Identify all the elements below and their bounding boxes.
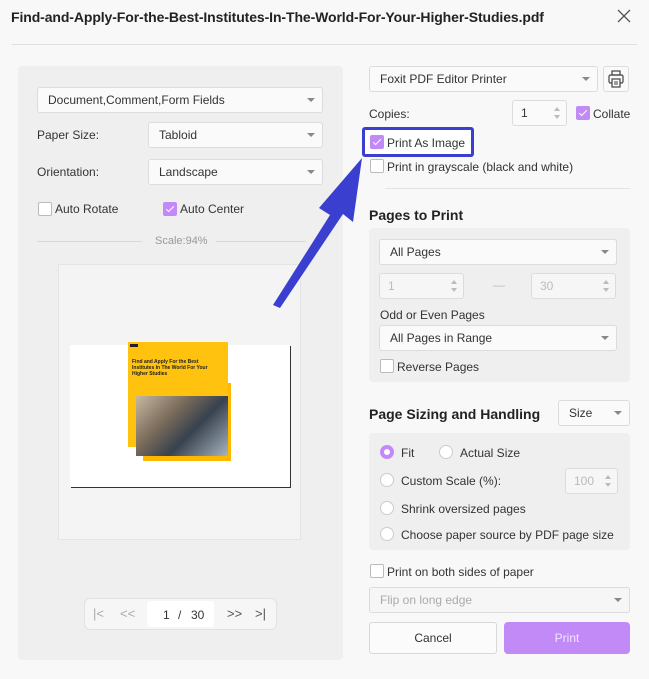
copies-input[interactable]: 1 xyxy=(512,100,567,126)
flip-select[interactable]: Flip on long edge xyxy=(369,587,630,613)
paper-size-value: Tabloid xyxy=(159,128,198,142)
range-to-input[interactable]: 30 xyxy=(531,273,616,299)
orientation-label: Orientation: xyxy=(37,165,100,179)
paper-source-radio[interactable] xyxy=(380,527,394,541)
page-range-select[interactable]: All Pages xyxy=(379,239,617,265)
odd-even-label: Odd or Even Pages xyxy=(380,308,485,322)
chevron-down-icon xyxy=(307,133,315,137)
auto-center-checkbox[interactable] xyxy=(163,202,177,216)
content-select[interactable]: Document,Comment,Form Fields xyxy=(37,87,323,113)
sizing-mode-select[interactable]: Size xyxy=(558,400,630,426)
reverse-pages-checkbox[interactable] xyxy=(380,359,394,373)
current-page: 1 xyxy=(163,608,170,622)
range-from-input[interactable]: 1 xyxy=(379,273,464,299)
print-as-image-label: Print As Image xyxy=(387,136,466,150)
scale-divider-right xyxy=(216,241,306,242)
auto-center-label: Auto Center xyxy=(180,202,245,216)
collate-checkbox[interactable] xyxy=(576,106,590,120)
range-dash: — xyxy=(493,278,505,292)
preview-page: Find and Apply For the Best Institutes I… xyxy=(70,342,290,487)
flip-value: Flip on long edge xyxy=(380,593,473,607)
odd-even-value: All Pages in Range xyxy=(390,331,493,345)
range-from-value: 1 xyxy=(388,279,395,293)
title-bar: Find-and-Apply-For-the-Best-Institutes-I… xyxy=(0,0,649,44)
cover-image: Find and Apply For the Best Institutes I… xyxy=(128,342,228,456)
orientation-value: Landscape xyxy=(159,165,218,179)
print-preview: Find and Apply For the Best Institutes I… xyxy=(58,264,301,540)
scale-text: Scale:94% xyxy=(155,235,208,247)
chevron-down-icon xyxy=(582,77,590,81)
printer-icon xyxy=(608,70,624,88)
pages-to-print-title: Pages to Print xyxy=(369,207,464,223)
paper-source-label: Choose paper source by PDF page size xyxy=(401,528,614,542)
grayscale-checkbox[interactable] xyxy=(370,159,384,173)
auto-rotate-checkbox[interactable] xyxy=(38,202,52,216)
fit-radio[interactable] xyxy=(380,445,394,459)
increment-icon[interactable] xyxy=(554,107,560,111)
printer-value: Foxit PDF Editor Printer xyxy=(380,72,507,86)
cover-photo xyxy=(136,396,228,456)
actual-size-radio[interactable] xyxy=(439,445,453,459)
chevron-down-icon xyxy=(614,411,622,415)
decrement-icon[interactable] xyxy=(451,288,457,292)
shrink-label: Shrink oversized pages xyxy=(401,502,526,516)
increment-icon[interactable] xyxy=(451,280,457,284)
section-divider xyxy=(385,188,630,189)
total-pages: 30 xyxy=(191,608,205,622)
title-divider xyxy=(12,44,637,45)
prev-page-button[interactable]: << xyxy=(120,606,135,621)
close-icon[interactable] xyxy=(615,7,633,25)
cancel-button[interactable]: Cancel xyxy=(369,622,497,654)
duplex-label: Print on both sides of paper xyxy=(387,565,534,579)
first-page-button[interactable]: |< xyxy=(93,606,104,621)
fit-label: Fit xyxy=(401,446,415,460)
page-separator: / xyxy=(178,608,182,622)
page-range-value: All Pages xyxy=(390,245,441,259)
decrement-icon[interactable] xyxy=(605,483,611,487)
last-page-button[interactable]: >| xyxy=(255,606,266,621)
auto-rotate-label: Auto Rotate xyxy=(55,202,119,216)
print-button[interactable]: Print xyxy=(504,622,630,654)
printer-properties-button[interactable] xyxy=(603,66,629,92)
duplex-checkbox[interactable] xyxy=(370,564,384,578)
increment-icon[interactable] xyxy=(603,280,609,284)
sizing-mode-value: Size xyxy=(569,406,593,420)
increment-icon[interactable] xyxy=(605,475,611,479)
custom-scale-input[interactable]: 100 xyxy=(565,468,618,494)
print-as-image-checkbox[interactable] xyxy=(370,135,384,149)
custom-scale-value: 100 xyxy=(574,474,595,488)
chevron-down-icon xyxy=(307,170,315,174)
scale-divider-left xyxy=(37,241,142,242)
paper-size-label: Paper Size: xyxy=(37,128,100,142)
orientation-select[interactable]: Landscape xyxy=(148,159,323,185)
chevron-down-icon xyxy=(601,336,609,340)
copies-value: 1 xyxy=(521,106,528,120)
actual-size-label: Actual Size xyxy=(460,446,521,460)
content-select-value: Document,Comment,Form Fields xyxy=(48,93,225,107)
page-sizing-title: Page Sizing and Handling xyxy=(369,406,541,422)
printer-select[interactable]: Foxit PDF Editor Printer xyxy=(369,66,598,92)
grayscale-label: Print in grayscale (black and white) xyxy=(387,160,574,174)
custom-scale-radio[interactable] xyxy=(380,473,394,487)
chevron-down-icon xyxy=(601,250,609,254)
shrink-radio[interactable] xyxy=(380,501,394,515)
collate-label: Collate xyxy=(593,107,631,121)
range-to-value: 30 xyxy=(540,279,554,293)
page-number-input[interactable]: 1 / 30 xyxy=(147,601,214,627)
custom-scale-label: Custom Scale (%): xyxy=(401,474,502,488)
decrement-icon[interactable] xyxy=(554,115,560,119)
paper-size-select[interactable]: Tabloid xyxy=(148,122,323,148)
cover-logo xyxy=(130,344,138,347)
chevron-down-icon xyxy=(614,598,622,602)
next-page-button[interactable]: >> xyxy=(227,606,242,621)
dialog-title: Find-and-Apply-For-the-Best-Institutes-I… xyxy=(11,9,544,25)
odd-even-select[interactable]: All Pages in Range xyxy=(379,325,617,351)
chevron-down-icon xyxy=(307,98,315,102)
reverse-pages-label: Reverse Pages xyxy=(397,360,480,374)
cover-title: Find and Apply For the Best Institutes I… xyxy=(132,359,208,377)
page-navigator: |< << 1 / 30 >> >| xyxy=(84,598,277,630)
copies-label: Copies: xyxy=(369,107,410,121)
decrement-icon[interactable] xyxy=(603,288,609,292)
